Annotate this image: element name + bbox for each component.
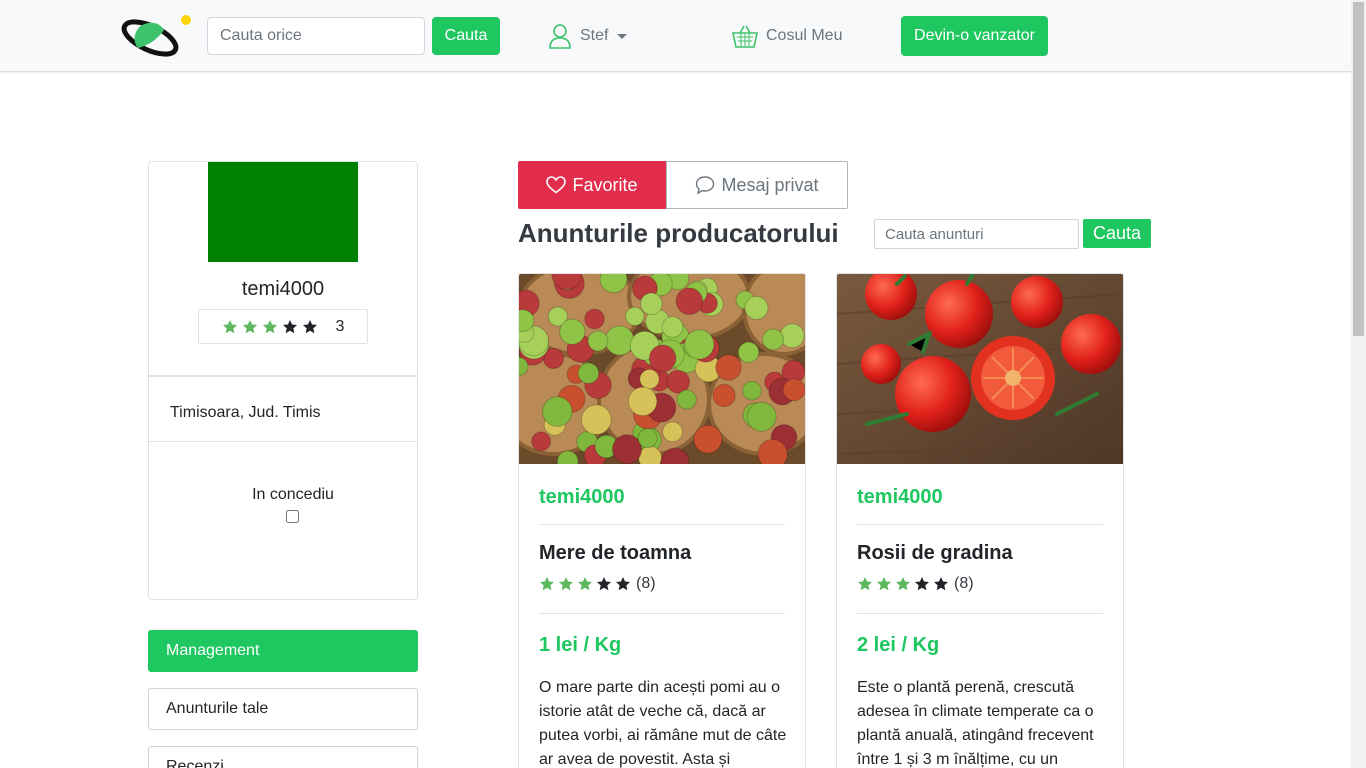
heart-icon: [546, 176, 567, 194]
side-menu-label: Management: [166, 642, 260, 659]
side-menu-reviews[interactable]: Recenzi: [148, 746, 418, 768]
star-empty-icon: [282, 319, 297, 333]
scrollbar-thumb[interactable]: [1353, 2, 1364, 336]
side-menu-label: Recenzi: [166, 758, 224, 768]
favorite-button[interactable]: Favorite: [518, 161, 666, 209]
rating-stars: [857, 576, 949, 592]
product-description: Este o plantă perenă, crescută adesea în…: [857, 679, 1094, 768]
divider: [539, 613, 785, 614]
cart-link[interactable]: Cosul Meu: [732, 20, 842, 52]
star-empty-icon: [934, 577, 948, 591]
product-card[interactable]: temi4000 Rosii de gradina (8) 2 lei / Kg…: [836, 273, 1124, 768]
vacation-checkbox[interactable]: [286, 510, 299, 523]
product-price: 1 lei / Kg: [539, 634, 622, 656]
star-filled-icon: [540, 577, 554, 591]
top-navbar: Cauta Stef Cosul Meu Devin-o vanzator: [0, 0, 1351, 72]
user-menu-dropdown[interactable]: Stef: [548, 20, 628, 52]
star-filled-icon: [877, 577, 891, 591]
page-scrollbar[interactable]: [1351, 0, 1366, 768]
apples-image: [519, 274, 805, 464]
avatar: [208, 162, 358, 262]
star-filled-icon: [896, 577, 910, 591]
star-filled-icon: [222, 319, 237, 333]
divider: [149, 375, 417, 377]
product-rating: (8): [857, 575, 974, 593]
user-icon: [549, 24, 571, 49]
profile-location: Timisoara, Jud. Timis: [170, 404, 321, 421]
cart-label: Cosul Meu: [766, 27, 843, 44]
rating-count: (8): [636, 575, 656, 592]
product-title[interactable]: Mere de toamna: [539, 542, 691, 565]
private-message-label: Mesaj privat: [721, 174, 819, 195]
product-price: 2 lei / Kg: [857, 634, 940, 656]
star-filled-icon: [578, 577, 592, 591]
star-filled-icon: [262, 319, 277, 333]
rating-stars: [539, 576, 631, 592]
vacation-label: In concediu: [252, 486, 334, 503]
planet-logo-icon: [121, 15, 191, 57]
rating-count: 3: [335, 317, 345, 335]
profile-username: temi4000: [241, 278, 325, 300]
favorite-label: Favorite: [572, 174, 638, 195]
star-filled-icon: [242, 319, 257, 333]
star-filled-icon: [858, 577, 872, 591]
divider: [857, 613, 1103, 614]
product-image-tomatoes[interactable]: [837, 274, 1123, 464]
side-menu-your-ads[interactable]: Anunturile tale: [148, 688, 418, 730]
star-empty-icon: [302, 319, 317, 333]
profile-rating: 3: [198, 309, 368, 344]
divider: [149, 441, 417, 442]
side-menu-management[interactable]: Management: [148, 630, 418, 672]
global-search-button[interactable]: Cauta: [432, 17, 500, 55]
become-seller-button[interactable]: Devin-o vanzator: [901, 16, 1048, 56]
star-empty-icon: [915, 577, 929, 591]
ads-search-input[interactable]: [874, 219, 1079, 249]
brand-logo[interactable]: [120, 14, 192, 58]
tomatoes-image: [837, 274, 1123, 464]
rating-count: (8): [954, 575, 974, 592]
divider: [857, 524, 1103, 525]
product-title[interactable]: Rosii de gradina: [857, 542, 1013, 565]
product-rating: (8): [539, 575, 656, 593]
seller-profile-card: temi4000 3 Timisoara, Jud. Timis In conc…: [148, 161, 418, 600]
star-filled-icon: [559, 577, 573, 591]
product-seller-link[interactable]: temi4000: [539, 486, 625, 509]
star-empty-icon: [616, 577, 630, 591]
ads-search-button[interactable]: Cauta: [1083, 219, 1151, 248]
divider: [539, 524, 785, 525]
product-card[interactable]: temi4000 Mere de toamna (8) 1 lei / Kg O…: [518, 273, 806, 768]
product-seller-link[interactable]: temi4000: [857, 486, 943, 509]
chevron-down-icon: [617, 33, 628, 39]
private-message-button[interactable]: Mesaj privat: [666, 161, 848, 209]
star-empty-icon: [597, 577, 611, 591]
basket-icon: [732, 25, 758, 48]
side-menu-label: Anunturile tale: [166, 700, 269, 717]
rating-stars: [222, 319, 318, 335]
user-name: Stef: [580, 27, 609, 44]
product-description: O mare parte din acești pomi au o istori…: [539, 679, 787, 768]
product-image-apples[interactable]: [519, 274, 805, 464]
chat-bubble-icon: [696, 176, 715, 195]
page-title: Anunturile producatorului: [518, 218, 839, 248]
global-search-input[interactable]: [207, 17, 425, 55]
